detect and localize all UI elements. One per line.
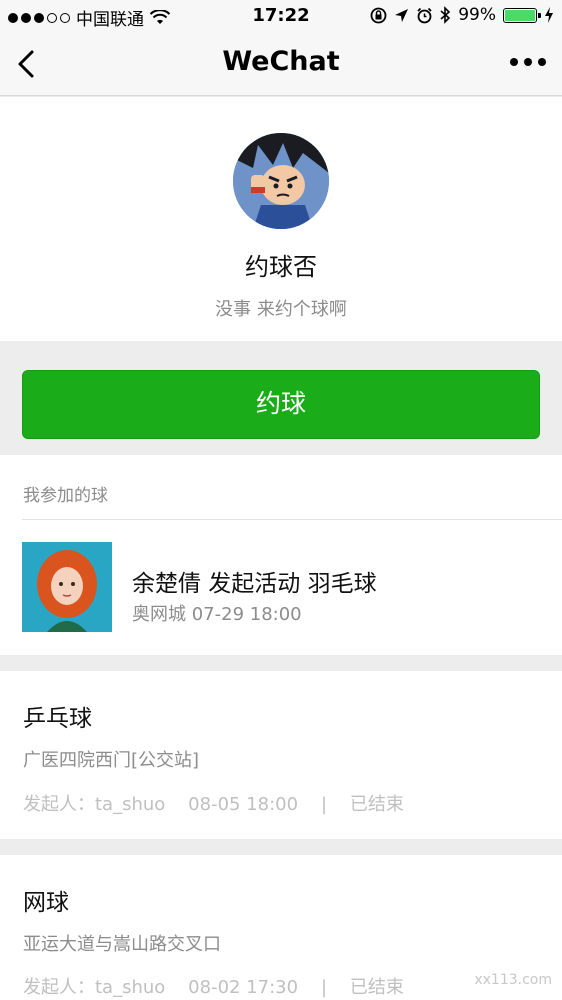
user-avatar-thumbnail — [22, 542, 112, 632]
list-item[interactable]: 余楚倩 发起活动 羽毛球 奥网城 07-29 18:00 — [0, 520, 562, 655]
joined-section-header: 我参加的球 — [23, 486, 108, 506]
activity-card[interactable]: 乒乓球 广医四院西门[公交站] 发起人：ta_shuo 08-05 18:00 … — [0, 671, 562, 839]
joined-item-meta: 奥网城 07-29 18:00 — [132, 604, 302, 625]
activity-meta: 发起人：ta_shuo 08-02 17:30 | 已结束 — [23, 977, 404, 998]
charging-icon — [545, 7, 553, 23]
activity-title: 乒乓球 — [23, 706, 92, 732]
watermark: xx113.com — [474, 972, 552, 988]
cartoon-avatar-image — [233, 133, 329, 229]
activity-location: 广医四院西门[公交站] — [23, 750, 200, 771]
avatar[interactable] — [233, 133, 329, 229]
profile-subtitle: 没事 来约个球啊 — [215, 299, 347, 320]
bluetooth-icon — [440, 6, 451, 24]
nav-bar: WeChat — [0, 32, 562, 96]
activity-title: 网球 — [23, 890, 69, 916]
joined-item-title: 余楚倩 发起活动 羽毛球 — [132, 571, 377, 597]
activity-meta: 发起人：ta_shuo 08-05 18:00 | 已结束 — [23, 794, 404, 815]
yueqiu-button[interactable]: 约球 — [22, 370, 540, 439]
profile-header: 约球否 没事 来约个球啊 — [0, 97, 562, 341]
joined-section: 我参加的球 余楚倩 发起活动 羽毛球 奥网城 07-29 18:00 — [0, 455, 562, 655]
activity-location: 亚运大道与嵩山路交叉口 — [23, 934, 221, 955]
battery-fill — [505, 9, 535, 21]
page-title: WeChat — [222, 46, 340, 77]
status-bar: 中国联通 17:22 99% — [0, 0, 562, 32]
more-button[interactable] — [510, 58, 546, 66]
profile-name: 约球否 — [245, 253, 317, 281]
battery-percent: 99% — [458, 5, 496, 25]
battery-icon — [503, 7, 541, 23]
status-right: 99% — [370, 5, 554, 25]
cartoon-girl-image — [22, 542, 112, 632]
alarm-icon — [417, 7, 432, 23]
rotation-lock-icon — [370, 7, 387, 23]
location-icon — [395, 8, 409, 22]
more-dots-icon — [510, 58, 518, 66]
